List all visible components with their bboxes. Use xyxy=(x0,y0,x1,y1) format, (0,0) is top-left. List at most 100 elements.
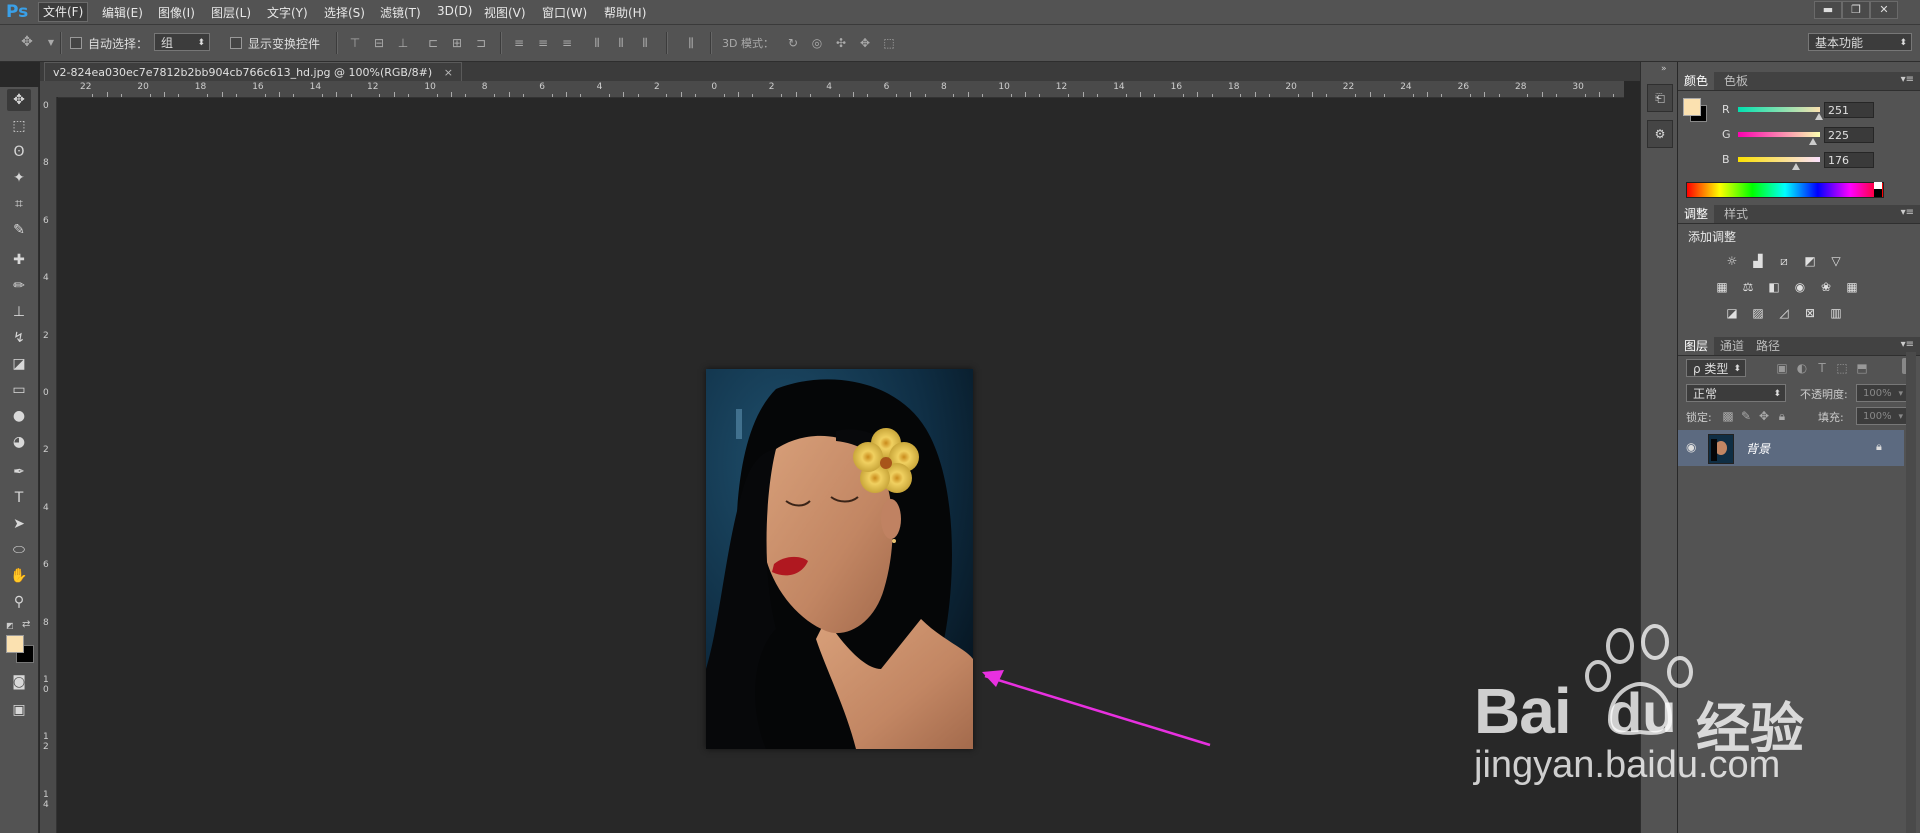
layer-row[interactable]: ◉ 背景 🔒︎ xyxy=(1678,430,1904,466)
move-tool-icon[interactable]: ✥ xyxy=(7,89,31,111)
blur-tool-icon[interactable]: ● xyxy=(7,405,31,427)
magic-wand-tool-icon[interactable]: ✦ xyxy=(7,167,31,189)
zoom-tool-icon[interactable]: ⚲ xyxy=(7,591,31,613)
auto-align-icon[interactable]: ⫼ xyxy=(684,36,698,50)
layer-name[interactable]: 背景 xyxy=(1746,440,1770,457)
brush-tool-icon[interactable]: ✏ xyxy=(7,275,31,297)
blue-slider-thumb[interactable] xyxy=(1792,163,1800,170)
document-tab[interactable]: v2-824ea030ec7e7812b2bb904cb766c613_hd.j… xyxy=(44,62,462,82)
tab-color[interactable]: 颜色 xyxy=(1678,72,1715,90)
curves-icon[interactable]: ⧄ xyxy=(1776,254,1792,268)
distribute-vcenter-icon[interactable]: ≡ xyxy=(536,36,550,50)
3d-rotate-icon[interactable]: ↻ xyxy=(786,36,800,50)
threshold-icon[interactable]: ◿ xyxy=(1776,306,1792,320)
workspace-select[interactable]: 基本功能 ⬍ xyxy=(1808,33,1912,51)
healing-brush-tool-icon[interactable]: ✚ xyxy=(7,249,31,271)
red-value-input[interactable]: 251 xyxy=(1824,102,1874,118)
vibrance-icon[interactable]: ▽ xyxy=(1828,254,1844,268)
default-colors-icon[interactable]: ◩ xyxy=(6,621,14,630)
menu-type[interactable]: 文字(Y) xyxy=(267,4,308,21)
channel-mixer-icon[interactable]: ❀ xyxy=(1818,280,1834,294)
lock-transparent-icon[interactable]: ▩ xyxy=(1720,409,1736,423)
lock-position-icon[interactable]: ✥ xyxy=(1756,409,1772,423)
menu-file[interactable]: 文件(F) xyxy=(38,2,89,22)
brightness-contrast-icon[interactable]: ☼ xyxy=(1724,254,1740,268)
fill-input[interactable]: 100% ▾ xyxy=(1856,407,1908,425)
tab-paths[interactable]: 路径 xyxy=(1750,337,1786,355)
auto-select-checkbox[interactable] xyxy=(70,37,82,49)
vertical-ruler[interactable]: 0 8 6 4 2 0 2 4 6 8 1 0 1 2 1 4 xyxy=(40,97,57,833)
quick-mask-icon[interactable]: ◙ xyxy=(7,671,31,693)
eraser-tool-icon[interactable]: ◪ xyxy=(7,353,31,375)
align-vcenter-icon[interactable]: ⊟ xyxy=(372,36,386,50)
auto-select-target-select[interactable]: 组 ⬍ xyxy=(154,33,210,51)
foreground-color-swatch[interactable] xyxy=(6,635,24,653)
color-balance-icon[interactable]: ⚖ xyxy=(1740,280,1756,294)
lock-pixels-icon[interactable]: ✎ xyxy=(1738,409,1754,423)
align-right-icon[interactable]: ⊐ xyxy=(474,36,488,50)
ellipse-tool-icon[interactable]: ⬭ xyxy=(7,539,31,561)
distribute-right-icon[interactable]: ⦀ xyxy=(638,36,652,50)
color-lookup-icon[interactable]: ▦ xyxy=(1844,280,1860,294)
pen-tool-icon[interactable]: ✒ xyxy=(7,461,31,483)
lasso-tool-icon[interactable]: ʘ xyxy=(7,141,31,163)
show-transform-checkbox[interactable] xyxy=(230,37,242,49)
close-tab-icon[interactable]: × xyxy=(444,66,453,79)
lock-all-icon[interactable]: 🔒︎ xyxy=(1774,409,1790,423)
exposure-icon[interactable]: ◩ xyxy=(1802,254,1818,268)
horizontal-ruler[interactable]: 22 20 18 16 14 12 10 8 6 4 2 0 2 4 6 8 10 12 14 16 18 20 22 24 2… xyxy=(58,81,1624,98)
invert-icon[interactable]: ◪ xyxy=(1724,306,1740,320)
blue-value-input[interactable]: 176 xyxy=(1824,152,1874,168)
history-panel-icon[interactable]: ⎗ xyxy=(1647,84,1673,112)
path-selection-tool-icon[interactable]: ➤ xyxy=(7,513,31,535)
filter-shape-icon[interactable]: ⬚ xyxy=(1834,361,1850,375)
hue-saturation-icon[interactable]: ▦ xyxy=(1714,280,1730,294)
black-chip[interactable] xyxy=(1874,189,1882,197)
marquee-tool-icon[interactable]: ⬚ xyxy=(7,115,31,137)
3d-pan-icon[interactable]: ✣ xyxy=(834,36,848,50)
distribute-top-icon[interactable]: ≡ xyxy=(512,36,526,50)
3d-slide-icon[interactable]: ✥ xyxy=(858,36,872,50)
swap-colors-icon[interactable]: ⇄ xyxy=(22,619,30,630)
blue-slider[interactable] xyxy=(1738,157,1820,162)
menu-image[interactable]: 图像(I) xyxy=(158,4,195,21)
dodge-tool-icon[interactable]: ◕ xyxy=(7,431,31,453)
blend-mode-select[interactable]: 正常 ⬍ xyxy=(1686,384,1786,402)
color-spectrum-bar[interactable] xyxy=(1686,182,1884,198)
menu-3d[interactable]: 3D(D) xyxy=(437,4,472,18)
foreground-color-chip[interactable] xyxy=(1683,98,1701,116)
menu-view[interactable]: 视图(V) xyxy=(484,4,526,21)
history-brush-tool-icon[interactable]: ↯ xyxy=(7,327,31,349)
eyedropper-tool-icon[interactable]: ✎ xyxy=(7,219,31,241)
distribute-hcenter-icon[interactable]: ⦀ xyxy=(614,36,628,50)
tab-channels[interactable]: 通道 xyxy=(1714,337,1750,355)
panel-menu-icon[interactable]: ▾≡ xyxy=(1901,339,1914,350)
panel-menu-icon[interactable]: ▾≡ xyxy=(1901,207,1914,218)
white-chip[interactable] xyxy=(1874,182,1882,189)
document-image[interactable] xyxy=(706,369,973,749)
properties-panel-icon[interactable]: ⚙ xyxy=(1647,120,1673,148)
gradient-tool-icon[interactable]: ▭ xyxy=(7,379,31,401)
layer-visibility-eye-icon[interactable]: ◉ xyxy=(1686,440,1696,454)
filter-pixel-icon[interactable]: ▣ xyxy=(1774,361,1790,375)
menu-help[interactable]: 帮助(H) xyxy=(604,4,646,21)
black-white-icon[interactable]: ◧ xyxy=(1766,280,1782,294)
selective-color-icon[interactable]: ⊠ xyxy=(1802,306,1818,320)
levels-icon[interactable]: ▟ xyxy=(1750,254,1766,268)
layers-scrollbar[interactable] xyxy=(1906,352,1916,833)
tab-swatches[interactable]: 色板 xyxy=(1718,72,1754,90)
align-top-icon[interactable]: ⊤ xyxy=(348,36,362,50)
align-hcenter-icon[interactable]: ⊞ xyxy=(450,36,464,50)
distribute-left-icon[interactable]: ⦀ xyxy=(590,36,604,50)
filter-smart-icon[interactable]: ⬒ xyxy=(1854,361,1870,375)
red-slider[interactable] xyxy=(1738,107,1820,112)
hand-tool-icon[interactable]: ✋ xyxy=(7,565,31,587)
layer-filter-select[interactable]: ρ 类型 ⬍ xyxy=(1686,359,1746,377)
gradient-map-icon[interactable]: ▥ xyxy=(1828,306,1844,320)
menu-window[interactable]: 窗口(W) xyxy=(542,4,587,21)
collapse-dock-icon[interactable]: » xyxy=(1661,64,1667,74)
opacity-input[interactable]: 100% ▾ xyxy=(1856,384,1908,402)
restore-button[interactable]: ❐ xyxy=(1842,1,1870,19)
tab-styles[interactable]: 样式 xyxy=(1718,205,1754,223)
menu-layer[interactable]: 图层(L) xyxy=(211,4,251,21)
